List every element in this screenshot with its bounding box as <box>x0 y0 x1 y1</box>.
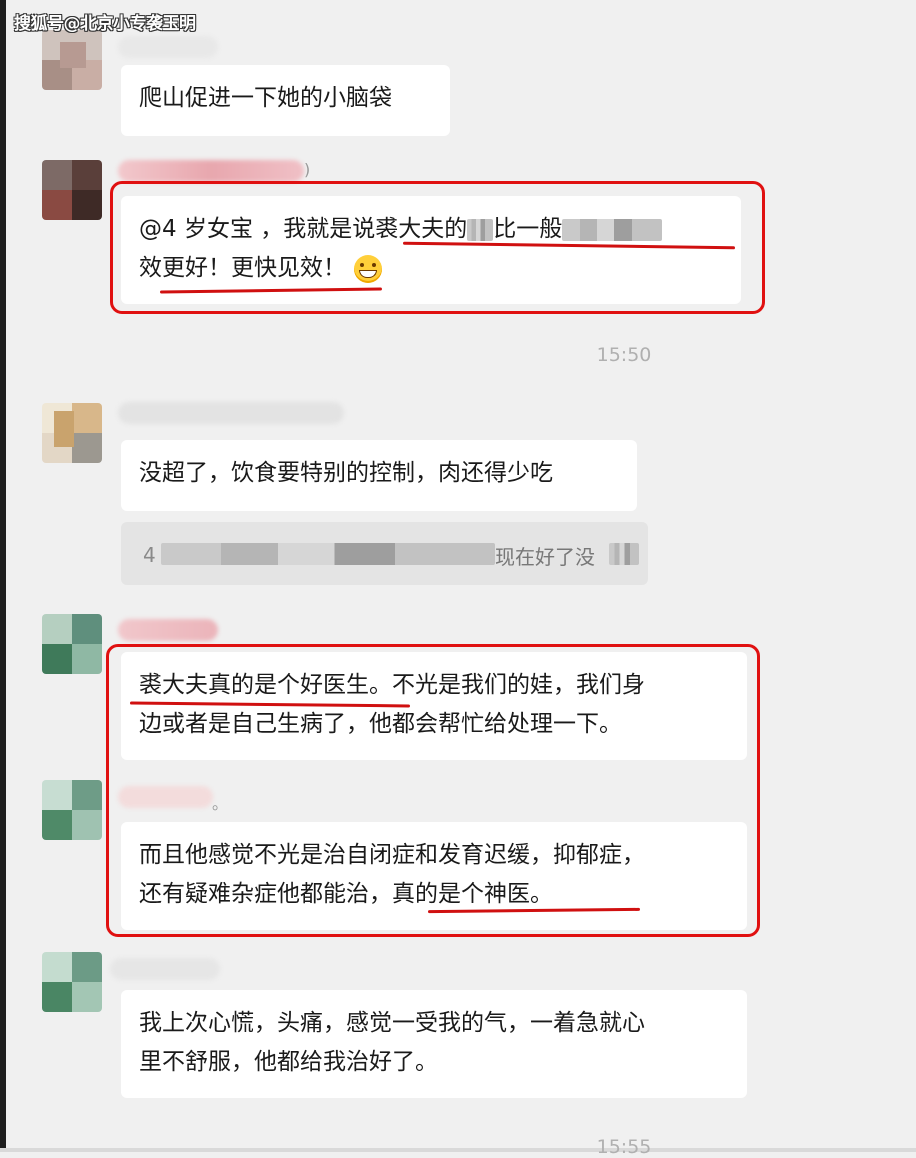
sender-name-blurred <box>118 36 218 58</box>
message-text: 里不舒服，他都给我治好了。 <box>139 1049 438 1075</box>
window-left-edge <box>0 0 6 1152</box>
timestamp: 15:50 <box>596 344 652 366</box>
message-text: 没超了，饮食要特别的控制，肉还得少吃 <box>139 460 553 486</box>
message-bubble[interactable]: 没超了，饮食要特别的控制，肉还得少吃 <box>121 440 637 511</box>
avatar[interactable] <box>42 30 102 90</box>
watermark: 搜狐号@北京小专袭玉明 <box>14 14 196 34</box>
timestamp: 15:55 <box>596 1136 652 1158</box>
sender-name-blurred <box>118 619 218 641</box>
avatar[interactable] <box>42 614 102 674</box>
avatar[interactable] <box>42 403 102 463</box>
redacted-text <box>609 543 639 565</box>
redacted-text <box>161 543 495 565</box>
window-bottom-edge <box>0 1148 916 1152</box>
quoted-text: 4 <box>143 543 156 567</box>
avatar[interactable] <box>42 780 102 840</box>
message-bubble[interactable]: 我上次心慌，头痛，感觉一受我的气，一着急就心 里不舒服，他都给我治好了。 <box>121 990 747 1098</box>
avatar[interactable] <box>42 952 102 1012</box>
avatar[interactable] <box>42 160 102 220</box>
message-bubble[interactable]: 爬山促进一下她的小脑袋 <box>121 65 450 136</box>
quoted-message[interactable]: 4 现在好了没 <box>121 522 648 585</box>
highlight-box <box>106 644 760 937</box>
message-text: 我上次心慌，头痛，感觉一受我的气，一着急就心 <box>139 1010 645 1036</box>
sender-name-blurred <box>110 958 220 980</box>
sender-name-blurred <box>118 402 344 424</box>
message-text: 爬山促进一下她的小脑袋 <box>139 85 392 111</box>
quoted-text: 现在好了没 <box>495 545 595 569</box>
sender-name-blurred <box>118 160 304 182</box>
sender-name-suffix: ) <box>304 160 311 179</box>
